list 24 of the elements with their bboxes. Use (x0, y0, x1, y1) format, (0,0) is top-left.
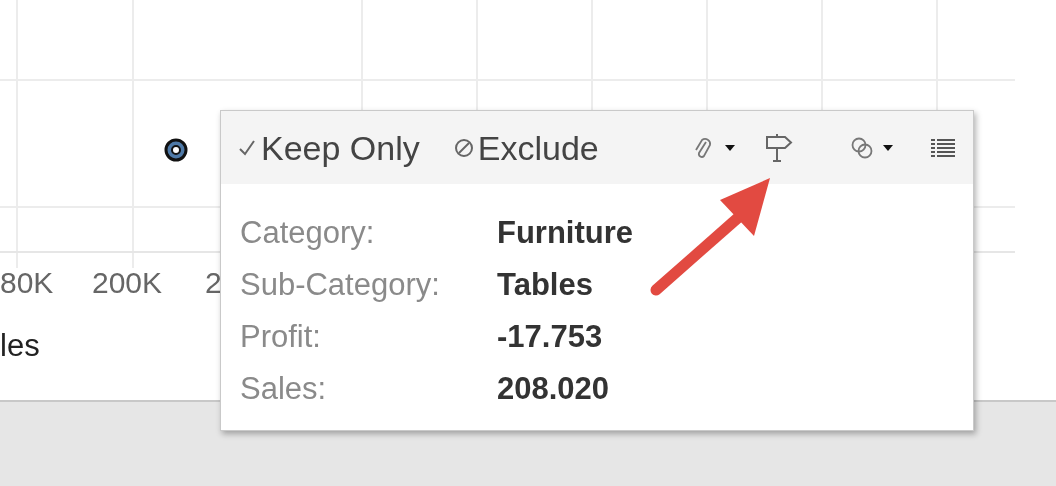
axis-label: 2 (205, 268, 222, 298)
data-point (163, 137, 189, 163)
action-button[interactable]: Keep Only (237, 130, 420, 165)
sets-button[interactable] (851, 136, 893, 159)
paperclip-icon (693, 135, 713, 160)
field-value: 208.020 (497, 370, 611, 408)
paperclip-button[interactable] (693, 135, 735, 160)
field-value: Tables (497, 266, 594, 304)
field-label: Profit: (240, 318, 322, 356)
field-value: -17.753 (497, 318, 604, 356)
field-label: Sub-Category: (240, 266, 441, 304)
field-value: Furniture (497, 214, 635, 252)
caret-icon (883, 144, 893, 151)
action-button[interactable]: Exclude (453, 130, 599, 165)
caret-icon (725, 144, 735, 151)
table-icon[interactable] (931, 138, 955, 157)
axis-label: 80K (0, 268, 54, 298)
axis-label: 200K (92, 268, 163, 298)
axis-title: les (0, 330, 40, 361)
overlap-circles-icon (851, 136, 873, 159)
signpost-icon[interactable] (765, 132, 793, 163)
field-label: Sales: (240, 370, 328, 408)
field-label: Category: (240, 214, 376, 252)
block-icon (453, 137, 474, 158)
